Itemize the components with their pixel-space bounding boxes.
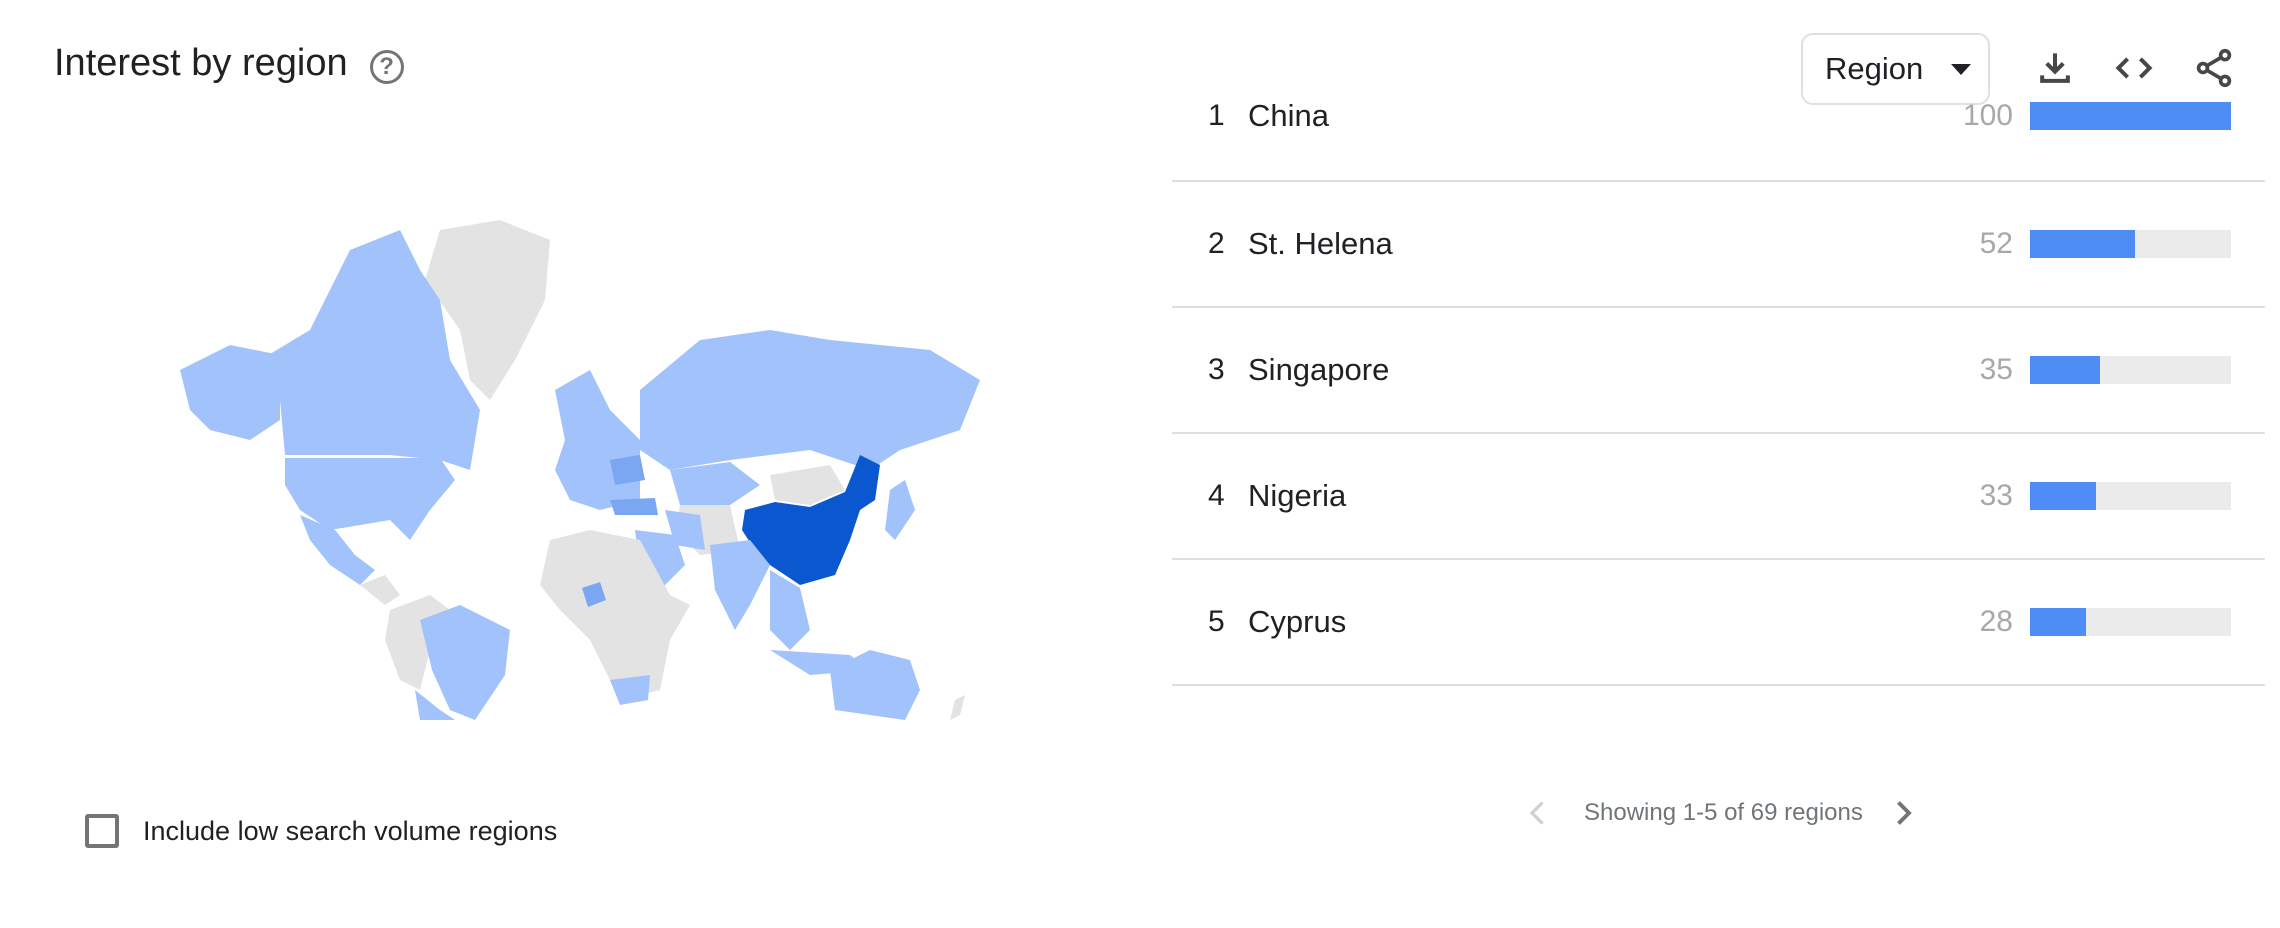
map-region-europe[interactable] — [555, 370, 640, 510]
region-row[interactable]: 4 Nigeria 33 — [1172, 434, 2265, 560]
region-rank: 2 — [1208, 227, 1225, 260]
region-rank: 3 — [1208, 353, 1225, 386]
map-region-ukraine[interactable] — [610, 455, 645, 485]
region-ranking-list: 1 China 100 2 St. Helena 52 3 Singapore 35 4 Niger… — [1172, 52, 2265, 686]
region-rank: 4 — [1208, 479, 1225, 512]
map-region-alaska[interactable] — [180, 345, 280, 440]
region-row[interactable]: 5 Cyprus 28 — [1172, 560, 2265, 686]
region-score-bar-fill — [2030, 356, 2101, 384]
region-score-bar — [2030, 482, 2231, 510]
map-region-new-zealand[interactable] — [950, 695, 965, 720]
region-rank: 5 — [1208, 605, 1225, 638]
region-score-bar-fill — [2030, 230, 2135, 258]
section-title: Interest by region — [54, 42, 348, 84]
low-volume-label: Include low search volume regions — [143, 815, 558, 846]
region-score-bar — [2030, 356, 2231, 384]
region-row[interactable]: 2 St. Helena 52 — [1172, 182, 2265, 308]
region-row[interactable]: 1 China 100 — [1172, 0, 2265, 182]
help-circle-icon[interactable]: ? — [369, 49, 404, 84]
region-name[interactable]: China — [1248, 98, 1329, 134]
map-region-south-africa[interactable] — [610, 675, 650, 705]
low-volume-option[interactable]: Include low search volume regions — [85, 814, 557, 848]
region-score-bar — [2030, 608, 2231, 636]
low-volume-checkbox[interactable] — [85, 814, 119, 848]
region-score-bar — [2030, 102, 2231, 130]
region-score-bar-fill — [2030, 482, 2097, 510]
pagination: Showing 1-5 of 69 regions — [1520, 790, 1921, 836]
chevron-right-icon[interactable] — [1885, 795, 1921, 831]
map-region-central-america[interactable] — [360, 575, 400, 605]
region-score: 100 — [1962, 99, 2013, 132]
pagination-status: Showing 1-5 of 69 regions — [1584, 799, 1863, 826]
map-region-kazakhstan[interactable] — [670, 462, 760, 505]
region-row[interactable]: 3 Singapore 35 — [1172, 308, 2265, 434]
map-region-turkey[interactable] — [610, 498, 658, 515]
region-score-bar — [2030, 230, 2231, 258]
region-name[interactable]: Singapore — [1248, 352, 1389, 388]
region-score: 28 — [1979, 605, 2013, 638]
chevron-left-icon[interactable] — [1520, 795, 1556, 831]
map-region-japan[interactable] — [885, 480, 915, 540]
region-rank: 1 — [1208, 99, 1225, 132]
region-name[interactable]: St. Helena — [1248, 226, 1393, 262]
region-name[interactable]: Cyprus — [1248, 604, 1346, 640]
section-header: Interest by region ? — [54, 42, 404, 85]
region-score: 33 — [1979, 479, 2013, 512]
map-region-brazil[interactable] — [420, 605, 510, 720]
world-map[interactable] — [170, 210, 980, 720]
region-name[interactable]: Nigeria — [1248, 478, 1346, 514]
region-score: 52 — [1979, 227, 2013, 260]
region-score: 35 — [1979, 353, 2013, 386]
map-region-russia[interactable] — [640, 330, 980, 470]
region-score-bar-fill — [2030, 102, 2231, 130]
region-score-bar-fill — [2030, 608, 2087, 636]
